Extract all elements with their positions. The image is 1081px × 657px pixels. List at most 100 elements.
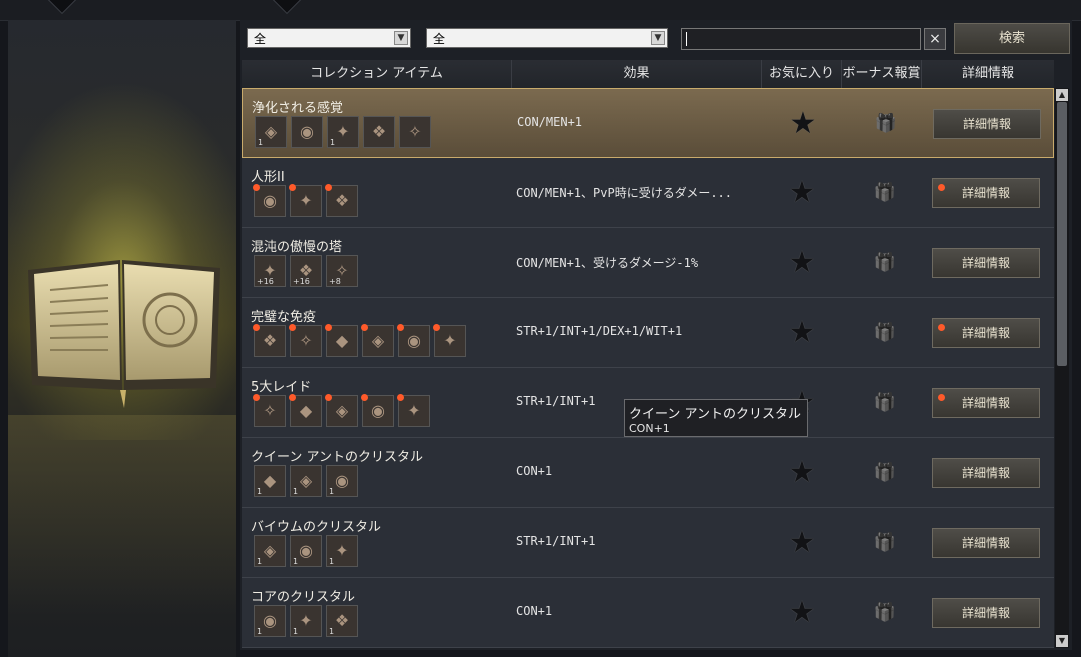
top-tab-marker[interactable] — [47, 0, 77, 15]
item-slot[interactable]: ◈ — [325, 394, 358, 427]
gift-check-icon[interactable]: 🎁 — [870, 460, 900, 486]
table-row[interactable]: コアのクリスタル ◉ 1 ✦ 1 ❖ 1 CON+1 ★ 🎁 詳細情報 — [242, 578, 1054, 648]
detail-info-button[interactable]: 詳細情報 — [932, 318, 1040, 348]
item-slot[interactable]: ❖ — [253, 324, 286, 357]
item-slot[interactable]: ◆ — [325, 324, 358, 357]
star-icon[interactable]: ★ — [785, 526, 819, 560]
item-slot[interactable]: ✧ — [399, 116, 431, 148]
item-count: 1 — [330, 138, 336, 147]
item-slot[interactable]: ◉ — [253, 184, 286, 217]
alert-dot — [397, 324, 404, 331]
item-slot[interactable]: ❖ — [363, 116, 395, 148]
alert-dot — [289, 394, 296, 401]
item-slot[interactable]: ◉ — [397, 324, 430, 357]
item-slot[interactable]: ◉ — [361, 394, 394, 427]
collection-effect: CON/MEN+1、受けるダメージ-1% — [516, 256, 699, 270]
search-button[interactable]: 検索 — [954, 23, 1070, 54]
detail-info-button[interactable]: 詳細情報 — [932, 388, 1040, 418]
gift-check-icon[interactable]: 🎁 — [870, 530, 900, 556]
chevron-down-icon[interactable]: ▼ — [394, 31, 408, 45]
collection-name: コアのクリスタル — [251, 590, 356, 605]
arrow-up-icon[interactable]: ▲ — [1056, 89, 1068, 101]
alert-dot — [253, 394, 260, 401]
item-slot[interactable]: ◉ 1 — [290, 535, 322, 567]
item-slot[interactable]: ✧ +8 — [326, 255, 358, 287]
gift-check-icon[interactable]: 🎁 — [870, 320, 900, 346]
type-filter-select[interactable]: 全 ▼ — [426, 28, 668, 48]
item-slot[interactable]: ✦ — [289, 184, 322, 217]
detail-info-button[interactable]: 詳細情報 — [932, 528, 1040, 558]
item-slot[interactable]: ◆ — [289, 394, 322, 427]
item-slot[interactable]: ✦ +16 — [254, 255, 286, 287]
star-icon[interactable]: ★ — [785, 246, 819, 280]
alert-dot — [361, 394, 368, 401]
collection-items: ◉ ✦ ❖ — [253, 184, 362, 219]
table-row[interactable]: 浄化される感覚 ◈ 1 ◉ ✦ 1 ❖ ✧ CON/MEN+1 ★ 🎁 詳細情報 — [242, 88, 1054, 158]
item-count: 1 — [258, 138, 264, 147]
item-icon: ❖ — [371, 122, 387, 141]
item-tooltip: クイーン アントのクリスタル CON+1 — [624, 399, 808, 437]
gift-check-icon[interactable]: 🎁 — [870, 180, 900, 206]
clear-search-button[interactable]: × — [924, 28, 946, 50]
table-row[interactable]: 完璧な免疫 ❖ ✧ ◆ ◈ ◉ ✦ STR+1/INT+1/DEX+1/WIT+1 ★ 🎁 詳細情報 — [242, 298, 1054, 368]
item-slot[interactable]: ◈ 1 — [290, 465, 322, 497]
scrollbar-thumb[interactable] — [1057, 102, 1067, 366]
item-slot[interactable]: ◉ 1 — [254, 605, 286, 637]
arrow-down-icon[interactable]: ▼ — [1056, 635, 1068, 647]
star-icon[interactable]: ★ — [786, 107, 820, 141]
item-slot[interactable]: ✦ 1 — [326, 535, 358, 567]
chevron-down-icon[interactable]: ▼ — [651, 31, 665, 45]
header-effect[interactable]: 効果 — [512, 60, 762, 88]
item-slot[interactable]: ✦ — [397, 394, 430, 427]
search-input[interactable] — [681, 28, 921, 50]
gift-check-icon[interactable]: 🎁 — [871, 111, 901, 137]
header-collection-item[interactable]: コレクション アイテム — [242, 60, 512, 88]
collection-items: ❖ ✧ ◆ ◈ ◉ ✦ — [253, 324, 470, 359]
item-icon: ✧ — [299, 331, 313, 350]
item-slot[interactable]: ◈ 1 — [254, 535, 286, 567]
item-slot[interactable]: ✧ — [253, 394, 286, 427]
header-bonus[interactable]: ボーナス報賞 — [842, 60, 922, 88]
header-favorite[interactable]: お気に入り — [762, 60, 842, 88]
item-slot[interactable]: ❖ +16 — [290, 255, 322, 287]
detail-info-button[interactable]: 詳細情報 — [932, 178, 1040, 208]
detail-info-button[interactable]: 詳細情報 — [932, 598, 1040, 628]
detail-info-label: 詳細情報 — [961, 606, 1010, 620]
detail-info-button[interactable]: 詳細情報 — [932, 458, 1040, 488]
item-slot[interactable]: ✧ — [289, 324, 322, 357]
table-row[interactable]: 人形II ◉ ✦ ❖ CON/MEN+1、PvP時に受けるダメー... ★ 🎁 詳細情報 — [242, 158, 1054, 228]
alert-dot — [325, 184, 332, 191]
star-icon[interactable]: ★ — [785, 456, 819, 490]
item-slot[interactable]: ❖ — [325, 184, 358, 217]
gift-check-icon[interactable]: 🎁 — [870, 390, 900, 416]
star-icon[interactable]: ★ — [785, 176, 819, 210]
item-slot[interactable]: ◉ — [291, 116, 323, 148]
item-slot[interactable]: ✦ 1 — [290, 605, 322, 637]
gift-check-icon[interactable]: 🎁 — [870, 600, 900, 626]
item-slot[interactable]: ✦ — [433, 324, 466, 357]
detail-info-button[interactable]: 詳細情報 — [933, 109, 1041, 139]
collection-name: 人形II — [251, 170, 285, 185]
item-slot[interactable]: ❖ 1 — [326, 605, 358, 637]
table-row[interactable]: クイーン アントのクリスタル ◆ 1 ◈ 1 ◉ 1 CON+1 ★ 🎁 詳細情報 — [242, 438, 1054, 508]
item-count: 1 — [257, 557, 263, 566]
item-slot[interactable]: ◈ — [361, 324, 394, 357]
gift-check-icon[interactable]: 🎁 — [870, 250, 900, 276]
star-icon[interactable]: ★ — [785, 316, 819, 350]
item-slot[interactable]: ◆ 1 — [254, 465, 286, 497]
item-slot[interactable]: ◈ 1 — [255, 116, 287, 148]
item-icon: ◈ — [335, 401, 349, 420]
item-icon: ✧ — [263, 401, 277, 420]
scrollbar[interactable]: ▲ ▼ — [1055, 88, 1069, 648]
item-slot[interactable]: ◉ 1 — [326, 465, 358, 497]
alert-dot — [433, 324, 440, 331]
table-row[interactable]: 混沌の傲慢の塔 ✦ +16 ❖ +16 ✧ +8 CON/MEN+1、受けるダメージ-1% ★ 🎁… — [242, 228, 1054, 298]
detail-info-button[interactable]: 詳細情報 — [932, 248, 1040, 278]
star-icon[interactable]: ★ — [785, 596, 819, 630]
item-slot[interactable]: ✦ 1 — [327, 116, 359, 148]
category-filter-select[interactable]: 全 ▼ — [247, 28, 411, 48]
item-icon: ✦ — [299, 191, 313, 210]
table-row[interactable]: バイウムのクリスタル ◈ 1 ◉ 1 ✦ 1 STR+1/INT+1 ★ 🎁 詳細情報 — [242, 508, 1054, 578]
item-count: 1 — [293, 487, 299, 496]
top-tab-marker[interactable] — [272, 0, 302, 15]
